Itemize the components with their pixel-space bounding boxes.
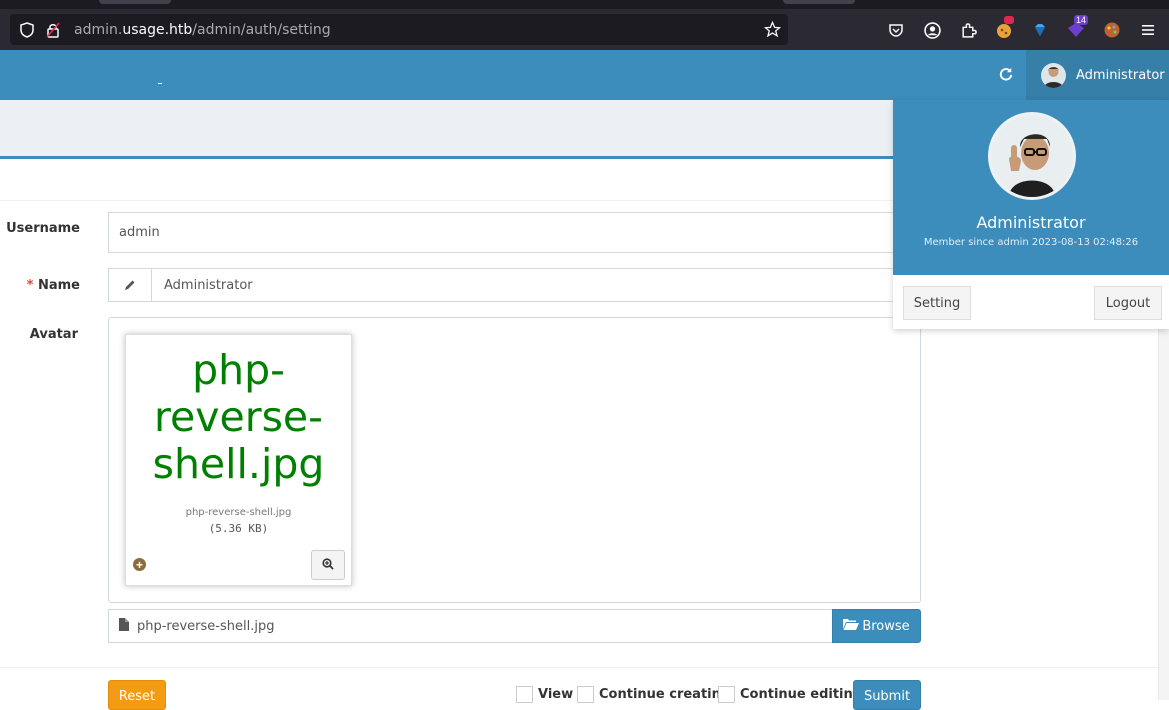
- avatar: [988, 112, 1076, 200]
- extensions-icon[interactable]: [958, 20, 978, 40]
- folder-open-icon: [843, 618, 860, 634]
- refresh-icon: [999, 67, 1013, 84]
- footer-divider: [0, 667, 1158, 668]
- drag-handle-icon[interactable]: +: [133, 558, 146, 571]
- extension-wappalyzer-icon[interactable]: 14: [1066, 15, 1089, 40]
- logout-button[interactable]: Logout: [1094, 286, 1162, 320]
- continue-editing-checkbox-box[interactable]: [718, 686, 735, 703]
- continue-creating-checkbox[interactable]: Continue creating: [577, 686, 730, 703]
- file-input[interactable]: php-reverse-shell.jpg: [108, 609, 833, 643]
- avatar: [1041, 62, 1066, 88]
- dropdown-user-name: Administrator: [976, 213, 1086, 232]
- blocked-badge-icon: [1004, 16, 1014, 24]
- browser-tab[interactable]: [783, 0, 855, 4]
- url-text: admin.usage.htb/admin/auth/setting: [74, 21, 331, 38]
- file-preview-name: php-reverse-shell.jpg: [185, 507, 292, 518]
- name-label: * Name: [0, 278, 80, 293]
- name-label-text: Name: [37, 278, 80, 293]
- extension-palette-icon[interactable]: [1102, 20, 1122, 40]
- zoom-in-icon: [322, 557, 334, 573]
- browser-tab-strip: [0, 0, 1169, 9]
- required-mark: *: [26, 278, 34, 293]
- member-since-text: Member since admin 2023-08-13 02:48:26: [923, 237, 1139, 248]
- browser-toolbar: admin.usage.htb/admin/auth/setting 14: [0, 9, 1169, 50]
- file-icon: [119, 617, 129, 635]
- username-label: Username: [6, 221, 80, 236]
- file-input-value: php-reverse-shell.jpg: [137, 618, 275, 634]
- user-dropdown-header: Administrator Member since admin 2023-08…: [893, 100, 1169, 275]
- zoom-preview-button[interactable]: [311, 550, 345, 580]
- name-field[interactable]: Administrator: [108, 268, 921, 302]
- continue-editing-checkbox[interactable]: Continue editing: [718, 686, 862, 703]
- browser-tab[interactable]: [99, 0, 171, 4]
- name-value: Administrator: [164, 277, 253, 293]
- avatar-label: Avatar: [29, 327, 78, 342]
- extension-cookie-icon[interactable]: [994, 16, 1014, 40]
- bookmark-star-icon[interactable]: [763, 21, 781, 39]
- file-preview-size: (5.36 KB): [208, 522, 269, 535]
- setting-button[interactable]: Setting: [903, 286, 971, 320]
- insecure-lock-icon[interactable]: [44, 21, 62, 39]
- user-menu-toggle[interactable]: Administrator: [1026, 50, 1169, 100]
- user-dropdown: Administrator Member since admin 2023-08…: [893, 100, 1169, 329]
- browse-label: Browse: [862, 618, 910, 634]
- account-icon[interactable]: [922, 20, 942, 40]
- header-user-name: Administrator: [1076, 67, 1165, 83]
- address-bar[interactable]: admin.usage.htb/admin/auth/setting: [10, 14, 788, 45]
- shield-icon[interactable]: [18, 21, 36, 39]
- file-preview-caption: php-reverse-shell.jpg: [152, 346, 325, 488]
- header-mark: [158, 83, 162, 84]
- extension-gem-icon[interactable]: [1030, 20, 1050, 40]
- username-value: admin: [119, 225, 160, 240]
- browse-button[interactable]: Browse: [832, 609, 921, 643]
- refresh-button[interactable]: [988, 50, 1024, 100]
- pocket-icon[interactable]: [886, 20, 906, 40]
- file-preview-card: php-reverse-shell.jpg php-reverse-shell.…: [125, 334, 352, 586]
- submit-button[interactable]: Submit: [853, 680, 921, 710]
- reset-button[interactable]: Reset: [108, 680, 166, 710]
- hamburger-menu-icon[interactable]: [1138, 20, 1158, 40]
- pencil-icon: [109, 269, 152, 301]
- view-checkbox[interactable]: View: [516, 686, 573, 703]
- continue-creating-checkbox-box[interactable]: [577, 686, 594, 703]
- view-checkbox-box[interactable]: [516, 686, 533, 703]
- box-top-border: [0, 156, 893, 159]
- username-field[interactable]: admin: [108, 212, 921, 253]
- extension-count-badge: 14: [1074, 15, 1089, 25]
